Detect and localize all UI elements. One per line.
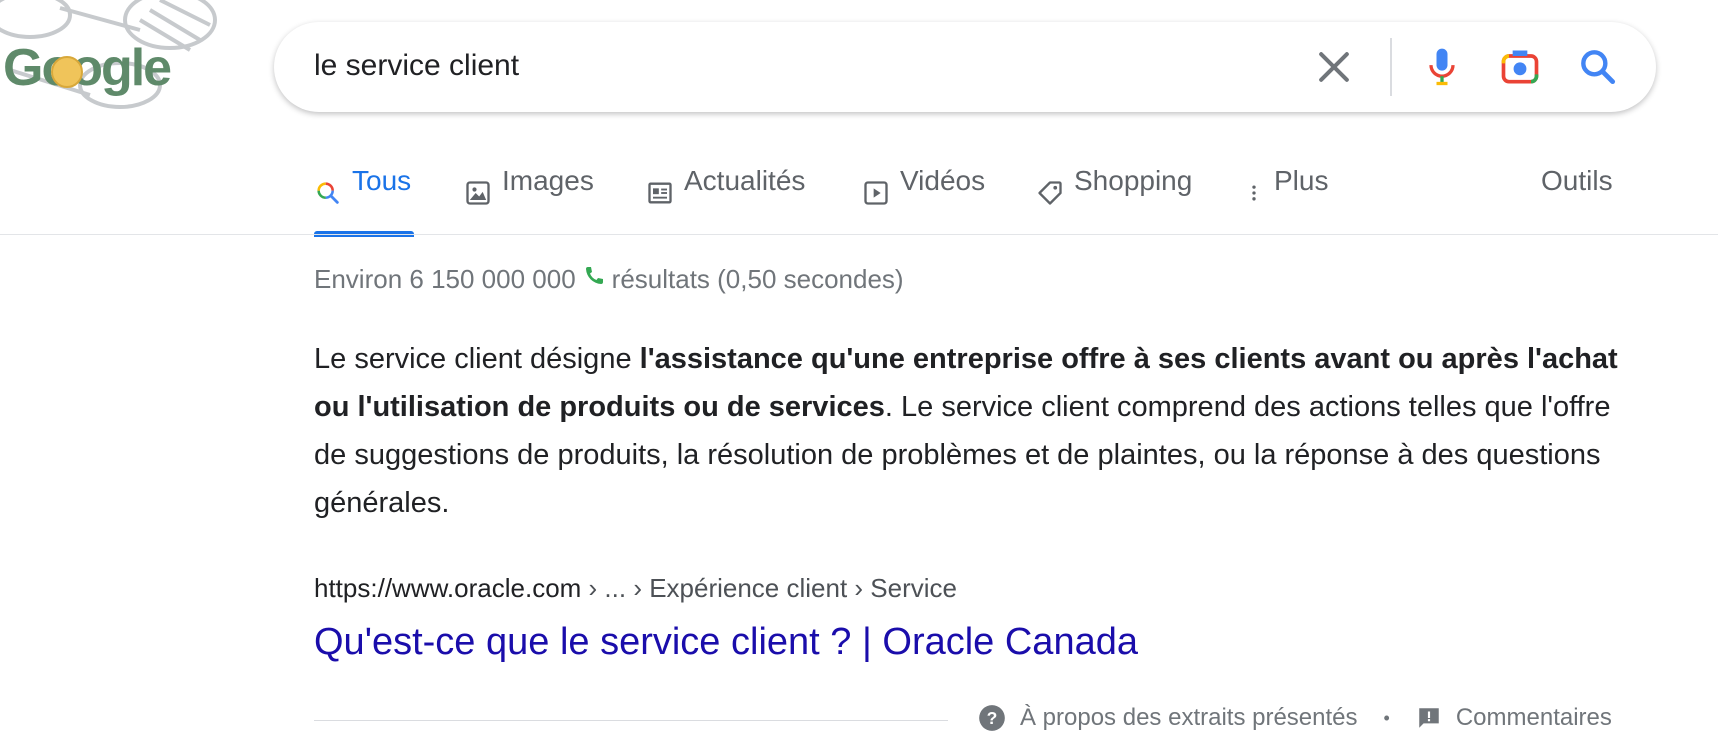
about-snippets-link[interactable]: ? À propos des extraits présentés (978, 704, 1358, 732)
google-logo[interactable]: Google (0, 0, 220, 120)
breadcrumb: › ... › Expérience client › Service (581, 573, 957, 603)
help-icon: ? (979, 705, 1005, 731)
logo-text: Google (3, 39, 172, 97)
phone-icon (585, 266, 603, 284)
image-icon (466, 181, 490, 205)
tabs-divider (0, 234, 1718, 235)
tab-label: Actualités (684, 165, 806, 196)
featured-snippet: Le service client désigne l'assistance q… (314, 335, 1624, 527)
microphone-icon[interactable] (1420, 45, 1464, 89)
play-icon (864, 181, 888, 205)
footer-separator: • (1383, 707, 1390, 728)
svg-text:?: ? (987, 708, 998, 728)
snippet-footer: ? À propos des extraits présentés • Comm… (978, 704, 1612, 732)
tab-shopping[interactable]: Shopping (1036, 165, 1192, 235)
tab-label: Vidéos (900, 165, 986, 196)
tab-videos[interactable]: Vidéos (862, 165, 985, 235)
snippet-intro: Le service client désigne (314, 343, 640, 375)
tab-images[interactable]: Images (464, 165, 594, 235)
tools-label: Outils (1541, 165, 1613, 196)
search-box (274, 22, 1656, 112)
search-tabs: Tous Images Actualités Vidéos Shopping P… (314, 165, 1614, 237)
tab-news[interactable]: Actualités (646, 165, 805, 235)
tab-all[interactable]: Tous (314, 165, 414, 237)
result-domain: https://www.oracle.com (314, 573, 582, 603)
tab-more[interactable]: Plus (1244, 165, 1328, 235)
doodle-ball-icon (51, 56, 83, 88)
tab-label: Tous (352, 165, 412, 196)
result-stats: Environ 6 150 000 000 résultats (0,50 se… (314, 264, 904, 295)
search-input[interactable] (314, 44, 1214, 88)
tab-label: Shopping (1074, 165, 1193, 196)
tab-label: Images (502, 165, 594, 196)
more-vert-icon (1252, 185, 1256, 201)
footer-divider (314, 720, 948, 721)
result-title-link[interactable]: Qu'est-ce que le service client ? | Orac… (314, 621, 1138, 664)
tab-label: Plus (1274, 165, 1329, 196)
feedback-icon (1419, 708, 1439, 728)
result-count: Environ 6 150 000 000 (314, 264, 576, 294)
tools-button[interactable]: Outils (1541, 165, 1613, 235)
search-icon (317, 182, 339, 204)
camera-icon[interactable] (1498, 45, 1542, 89)
about-snippets-label: À propos des extraits présentés (1020, 704, 1358, 731)
search-icon[interactable] (1576, 45, 1620, 89)
feedback-link[interactable]: Commentaires (1416, 704, 1612, 732)
result-url[interactable]: https://www.oracle.com › ... › Expérienc… (314, 573, 957, 604)
tag-icon (1038, 181, 1062, 205)
search-divider (1390, 38, 1392, 96)
feedback-label: Commentaires (1455, 704, 1612, 731)
result-stats-rest: résultats (0,50 secondes) (611, 264, 904, 294)
close-icon[interactable] (1312, 45, 1356, 89)
news-icon (648, 182, 672, 204)
